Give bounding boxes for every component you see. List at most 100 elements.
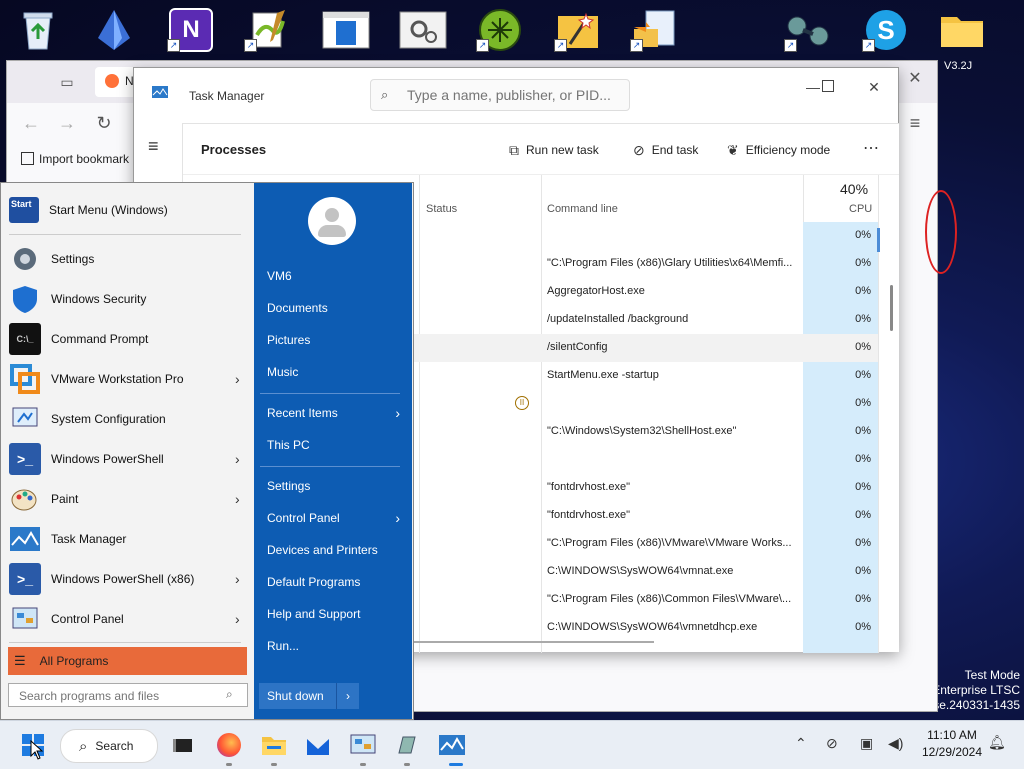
command-line-column-header[interactable]: Command line xyxy=(547,203,618,215)
camera-icon[interactable]: ▣ xyxy=(860,735,873,752)
program-windows-powershell-x86[interactable]: >_ Windows PowerShell (x86) › xyxy=(9,561,249,597)
clock-time[interactable]: 11:10 AM xyxy=(922,728,982,742)
maximize-icon[interactable] xyxy=(813,76,843,98)
window-app-icon[interactable] xyxy=(320,4,372,56)
program-windows-security[interactable]: Windows Security xyxy=(9,281,249,317)
program-control-panel[interactable]: Control Panel › xyxy=(9,601,249,637)
start-menu: Start Start Menu (Windows) Settings Wind… xyxy=(0,182,414,720)
process-search-box[interactable]: ⌕ xyxy=(370,79,630,111)
efficiency-mode-button[interactable]: ❦ Efficiency mode xyxy=(727,141,830,159)
avatar[interactable] xyxy=(308,197,356,245)
place-recent-items[interactable]: Recent Items › xyxy=(260,399,400,427)
close-icon[interactable]: ✕ xyxy=(859,76,889,98)
taskbar-search-button[interactable]: ⌕ Search xyxy=(60,729,158,763)
taskbar: ⌕ Search ⌃ ⊘ ▣ ◀) 11:10 AM 12/29/2024 🔔︎ xyxy=(0,720,1024,769)
recycle-bin-icon[interactable] xyxy=(12,4,64,56)
more-options-button[interactable]: ⋯ xyxy=(863,138,879,158)
tab-overview-icon[interactable]: ▭ xyxy=(55,70,79,94)
malwarebytes-icon[interactable] xyxy=(303,730,333,760)
vertical-scrollbar[interactable] xyxy=(890,285,893,331)
chevron-right-icon[interactable]: › xyxy=(235,491,249,507)
back-arrow-icon[interactable]: ← xyxy=(19,111,43,135)
start-search-input[interactable] xyxy=(17,686,221,706)
program-command-prompt[interactable]: C:\_ Command Prompt xyxy=(9,321,249,357)
binoculars-icon[interactable]: ↗ xyxy=(782,4,834,56)
firefox-taskbar-icon[interactable] xyxy=(214,730,244,760)
run-new-task-button[interactable]: ⧉ Run new task xyxy=(509,141,599,159)
file-move-icon[interactable]: ↗ xyxy=(628,4,680,56)
navigation-menu-icon[interactable]: ≡ xyxy=(148,137,168,155)
list-icon: ☰ xyxy=(14,653,26,668)
file-explorer-icon[interactable] xyxy=(259,730,289,760)
end-task-button[interactable]: ⊘ End task xyxy=(633,141,698,159)
program-paint[interactable]: Paint › xyxy=(9,481,249,517)
command-line-cell: "C:\Program Files (x86)\Glary Utilities\… xyxy=(547,257,793,269)
program-settings[interactable]: Settings xyxy=(9,241,249,277)
place-control-panel[interactable]: Control Panel › xyxy=(260,504,400,532)
chevron-right-icon[interactable]: › xyxy=(235,451,249,467)
skype-icon[interactable]: S ↗ xyxy=(860,4,912,56)
chevron-right-icon[interactable]: › xyxy=(235,611,249,627)
program-task-manager[interactable]: Task Manager xyxy=(9,521,249,557)
status-column-header[interactable]: Status xyxy=(426,203,457,215)
program-windows-powershell[interactable]: >_ Windows PowerShell › xyxy=(9,441,249,477)
shutdown-button[interactable]: Shut down › xyxy=(259,683,359,709)
efficiency-mode-label: Efficiency mode xyxy=(745,143,831,157)
crystal-icon[interactable] xyxy=(88,4,140,56)
task-view-icon[interactable] xyxy=(167,730,197,760)
onenote-icon[interactable]: N ↗ xyxy=(165,4,217,56)
start-search-box[interactable]: ⌕ xyxy=(8,683,248,707)
avatar-body xyxy=(318,225,346,237)
clock-date[interactable]: 12/29/2024 xyxy=(916,745,988,759)
notepad-plus-icon[interactable]: ↗ xyxy=(242,4,294,56)
task-manager-logo-icon xyxy=(152,86,168,98)
control-panel-taskbar-icon[interactable] xyxy=(348,730,378,760)
cpu-column-header[interactable]: CPU xyxy=(849,203,872,215)
shutdown-options-chevron-icon[interactable]: › xyxy=(336,683,359,709)
system-config-icon xyxy=(9,403,41,435)
tablet-app-icon[interactable] xyxy=(392,730,422,760)
speaker-icon[interactable]: ◀) xyxy=(888,735,903,752)
settings-gear-app-icon[interactable] xyxy=(397,4,449,56)
command-line-cell: "fontdrvhost.exe" xyxy=(547,509,631,521)
command-line-cell: StartMenu.exe -startup xyxy=(547,369,659,381)
program-label: Control Panel xyxy=(51,612,124,626)
import-bookmarks-link[interactable]: Import bookmark xyxy=(39,152,129,166)
chevron-right-icon[interactable]: › xyxy=(235,371,249,387)
search-icon[interactable]: ⌕ xyxy=(226,687,233,702)
all-programs-button[interactable]: ☰ All Programs xyxy=(8,647,247,675)
cpu-cell: 0% xyxy=(855,621,871,633)
firefox-close-icon[interactable]: ✕ xyxy=(903,67,927,91)
notification-bell-icon[interactable]: 🔔︎ xyxy=(988,734,1006,751)
place-help-support[interactable]: Help and Support xyxy=(260,600,400,628)
process-search-input[interactable] xyxy=(405,84,624,106)
chevron-up-icon[interactable]: ⌃ xyxy=(795,735,807,752)
task-manager-taskbar-icon[interactable] xyxy=(437,730,467,760)
chevron-right-icon[interactable]: › xyxy=(395,510,400,526)
search-icon: ⌕ xyxy=(79,737,88,755)
place-settings[interactable]: Settings xyxy=(260,472,400,500)
chevron-right-icon[interactable]: › xyxy=(395,405,400,421)
place-devices-printers[interactable]: Devices and Printers xyxy=(260,536,400,564)
folder-icon[interactable] xyxy=(936,4,988,56)
start-menu-windows-item[interactable]: Start Start Menu (Windows) xyxy=(9,192,249,228)
place-documents[interactable]: Documents xyxy=(260,294,400,322)
magic-wand-icon[interactable]: ↗ xyxy=(552,4,604,56)
menu-icon[interactable]: ≡ xyxy=(903,111,927,135)
place-default-programs[interactable]: Default Programs xyxy=(260,568,400,596)
network-off-icon[interactable]: ⊘ xyxy=(826,735,838,752)
chevron-right-icon[interactable]: › xyxy=(235,571,249,587)
place-this-pc[interactable]: This PC xyxy=(260,431,400,459)
active-indicator xyxy=(449,763,463,766)
place-music[interactable]: Music xyxy=(260,358,400,386)
scroll-indicator[interactable] xyxy=(877,228,880,252)
place-pictures[interactable]: Pictures xyxy=(260,326,400,354)
glary-utilities-icon[interactable]: ↗ xyxy=(474,4,526,56)
forward-arrow-icon[interactable]: → xyxy=(55,111,79,135)
place-run[interactable]: Run... xyxy=(260,632,400,660)
place-user[interactable]: VM6 xyxy=(260,262,400,290)
program-vmware-workstation[interactable]: VMware Workstation Pro › xyxy=(9,361,249,397)
command-line-cell: "fontdrvhost.exe" xyxy=(547,481,631,493)
program-system-configuration[interactable]: System Configuration xyxy=(9,401,249,437)
reload-icon[interactable]: ↻ xyxy=(92,111,116,135)
